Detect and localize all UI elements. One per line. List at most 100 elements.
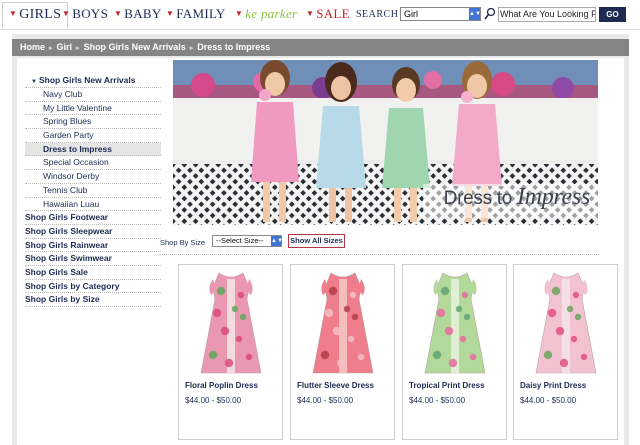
dress-print-dot bbox=[237, 291, 245, 299]
nav-family[interactable]: ▼ FAMILY bbox=[166, 6, 226, 22]
search-scope-select[interactable]: Girl ▲▼ bbox=[400, 7, 481, 21]
dress-print-dot bbox=[444, 326, 454, 336]
breadcrumb-separator-icon: ▸ bbox=[189, 45, 194, 52]
sidebar-item-swimwear[interactable]: Shop Girls Swimwear bbox=[25, 252, 161, 266]
sidebar-item-my-little-valentine[interactable]: My Little Valentine bbox=[25, 102, 161, 116]
sidebar-item-sleepwear[interactable]: Shop Girls Sleepwear bbox=[25, 225, 161, 239]
product-price: $44.00 - $50.00 bbox=[520, 396, 577, 405]
breadcrumb-current: Dress to Impress bbox=[197, 42, 271, 52]
dress-print-dot bbox=[328, 286, 338, 296]
sidebar-item-dress-to-impress[interactable]: Dress to Impress bbox=[25, 142, 161, 157]
nav-arrow-icon: ▼ bbox=[62, 9, 71, 18]
size-select-value: --Select Size-- bbox=[216, 236, 264, 245]
sidebar-item-tennis-club[interactable]: Tennis Club bbox=[25, 184, 161, 198]
dress-print-dot bbox=[463, 313, 471, 321]
dress-print-dot bbox=[208, 350, 218, 360]
product-name[interactable]: Daisy Print Dress bbox=[520, 381, 586, 390]
dress-print-dot bbox=[559, 358, 569, 368]
size-select[interactable]: --Select Size-- ▲▼ bbox=[212, 235, 283, 247]
sidebar-item-garden-party[interactable]: Garden Party bbox=[25, 129, 161, 143]
sidebar-section-new-arrivals[interactable]: ▼ Shop Girls New Arrivals bbox=[25, 74, 161, 88]
dress-print-dot bbox=[347, 335, 355, 343]
search-scope-value: Girl bbox=[404, 9, 418, 19]
dress-print-dot bbox=[461, 291, 469, 299]
product-name[interactable]: Flutter Sleeve Dress bbox=[297, 381, 374, 390]
nav-baby-label: BABY bbox=[124, 6, 162, 21]
nav-arrow-icon: ▼ bbox=[114, 9, 123, 18]
dress-print-dot bbox=[245, 353, 253, 361]
dress-print-dot bbox=[580, 353, 588, 361]
sidebar-item-special-occasion[interactable]: Special Occasion bbox=[25, 156, 161, 171]
sidebar-item-spring-blues[interactable]: Spring Blues bbox=[25, 115, 161, 130]
dress-print-dot bbox=[570, 335, 578, 343]
product-card[interactable]: Tropical Print Dress $44.00 - $50.00 bbox=[402, 264, 507, 440]
product-image[interactable] bbox=[415, 269, 495, 377]
dropdown-arrow-icon: ▲▼ bbox=[469, 8, 481, 20]
size-filter: Shop By Size --Select Size-- ▲▼ Show All… bbox=[159, 234, 599, 250]
dropdown-arrow-icon: ▲▼ bbox=[271, 236, 283, 246]
nav-arrow-icon: ▼ bbox=[306, 9, 315, 18]
dress-print-dot bbox=[455, 305, 463, 313]
breadcrumb-new-arrivals[interactable]: Shop Girls New Arrivals bbox=[84, 42, 186, 52]
sidebar-item-navy-club[interactable]: Navy Club bbox=[25, 88, 161, 102]
nav-family-label: FAMILY bbox=[176, 6, 226, 21]
show-all-sizes-button[interactable]: Show All Sizes bbox=[288, 234, 345, 248]
nav-boys[interactable]: ▼ BOYS bbox=[62, 6, 108, 22]
sidebar-item-sale[interactable]: Shop Girls Sale bbox=[25, 266, 161, 280]
sidebar-item-by-size[interactable]: Shop Girls by Size bbox=[25, 293, 161, 307]
dress-print-dot bbox=[572, 291, 580, 299]
dress-print-dot bbox=[357, 353, 365, 361]
product-image[interactable] bbox=[526, 269, 606, 377]
sidebar-item-by-category[interactable]: Shop Girls by Category bbox=[25, 280, 161, 294]
dress-print-dot bbox=[551, 286, 561, 296]
dress-print-dot bbox=[555, 326, 565, 336]
nav-arrow-icon: ▼ bbox=[166, 9, 175, 18]
go-button[interactable]: GO bbox=[599, 7, 626, 22]
nav-sale-label: SALE bbox=[316, 6, 350, 21]
dress-print-dot bbox=[432, 350, 442, 360]
product-image[interactable] bbox=[303, 269, 383, 377]
dress-print-dot bbox=[566, 305, 574, 313]
product-price: $44.00 - $50.00 bbox=[297, 396, 354, 405]
nav-sale[interactable]: ▼ SALE bbox=[306, 6, 350, 22]
dress-print-dot bbox=[543, 350, 553, 360]
nav-arrow-icon: ▼ bbox=[235, 9, 244, 18]
search-input[interactable]: What Are You Looking For? bbox=[498, 7, 596, 22]
product-card[interactable]: Floral Poplin Dress $44.00 - $50.00 bbox=[178, 264, 283, 440]
product-card[interactable]: Daisy Print Dress $44.00 - $50.00 bbox=[513, 264, 618, 440]
dress-print-dot bbox=[436, 308, 446, 318]
nav-girls[interactable]: ▼ GIRLS bbox=[2, 2, 69, 28]
product-card[interactable]: Flutter Sleeve Dress $44.00 - $50.00 bbox=[290, 264, 395, 440]
banner-title-plain: Dress to bbox=[443, 188, 517, 209]
sidebar-item-windsor-derby[interactable]: Windsor Derby bbox=[25, 170, 161, 184]
breadcrumb-separator-icon: ▸ bbox=[76, 45, 80, 52]
dress-print-dot bbox=[547, 308, 557, 318]
dress-print-dot bbox=[224, 358, 234, 368]
product-name[interactable]: Floral Poplin Dress bbox=[185, 381, 258, 390]
nav-arrow-icon: ▼ bbox=[9, 9, 18, 18]
dress-print-dot bbox=[320, 350, 330, 360]
search-label: SEARCH bbox=[356, 9, 399, 20]
sidebar-item-rainwear[interactable]: Shop Girls Rainwear bbox=[25, 239, 161, 253]
dress-print-dot bbox=[216, 286, 226, 296]
nav-baby[interactable]: ▼ BABY bbox=[114, 6, 162, 22]
sidebar-item-hawaiian-luau[interactable]: Hawaiian Luau bbox=[25, 198, 161, 212]
product-price: $44.00 - $50.00 bbox=[409, 396, 466, 405]
nav-girls-label: GIRLS bbox=[19, 7, 62, 22]
nav-boys-label: BOYS bbox=[72, 6, 109, 21]
hero-banner[interactable]: Dress to Impress bbox=[173, 60, 598, 225]
divider bbox=[159, 254, 599, 255]
breadcrumb-girl[interactable]: Girl bbox=[57, 42, 73, 52]
product-image[interactable] bbox=[191, 269, 271, 377]
dress-print-dot bbox=[351, 313, 359, 321]
breadcrumb-home[interactable]: Home bbox=[20, 42, 45, 52]
search-icon[interactable] bbox=[484, 7, 496, 21]
product-name[interactable]: Tropical Print Dress bbox=[409, 381, 485, 390]
nav-ke-parker[interactable]: ▼ ke parker bbox=[235, 6, 297, 22]
sidebar: ▼ Shop Girls New Arrivals Navy Club My Li… bbox=[25, 74, 161, 307]
dress-print-dot bbox=[324, 308, 334, 318]
size-filter-label: Shop By Size bbox=[160, 238, 206, 247]
content-frame: Home ▸ Girl ▸ Shop Girls New Arrivals ▸ Dress … bbox=[12, 34, 629, 445]
dress-print-dot bbox=[220, 326, 230, 336]
sidebar-item-footwear[interactable]: Shop Girls Footwear bbox=[25, 211, 161, 225]
